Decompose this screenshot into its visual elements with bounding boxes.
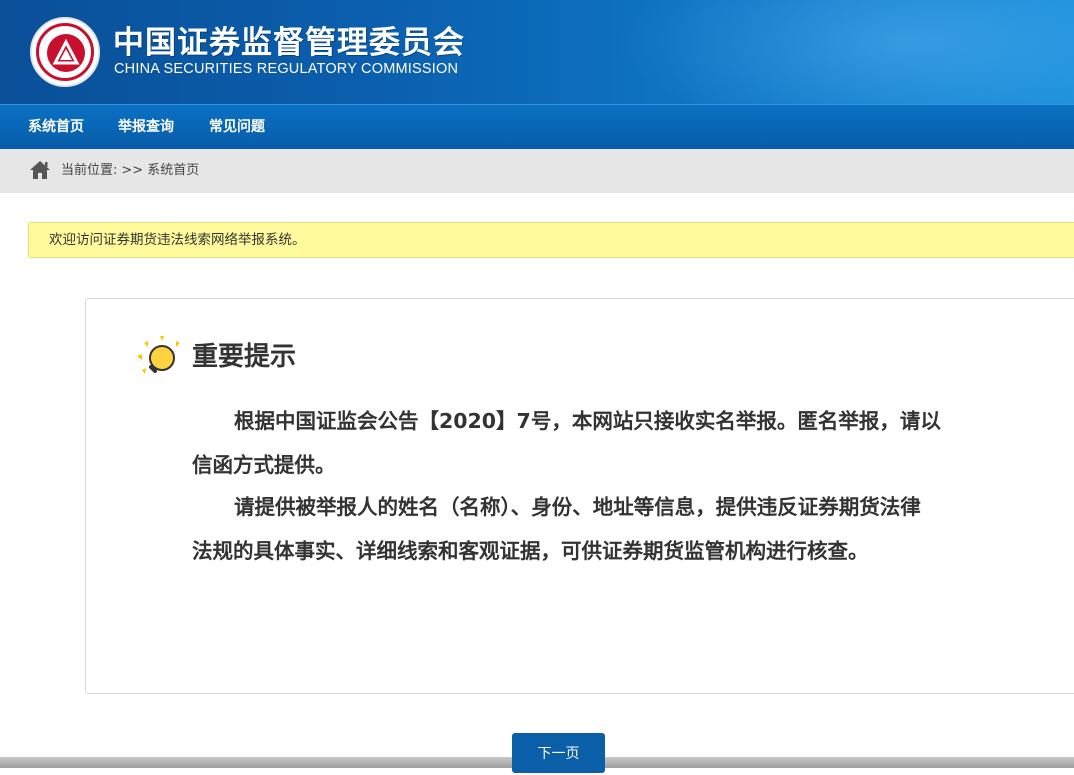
nav-item-home[interactable]: 系统首页 — [28, 105, 84, 149]
csrc-emblem-icon — [30, 17, 100, 87]
site-title-en: CHINA SECURITIES REGULATORY COMMISSION — [114, 61, 459, 77]
main-nav: 系统首页 举报查询 常见问题 — [0, 104, 1074, 149]
notice-paragraph: 根据中国证监会公告【2020】7号，本网站只接收实名举报。匿名举报，请以 信函方… — [192, 399, 1032, 487]
notice-paragraph: 请提供被举报人的姓名（名称）、身份、地址等信息，提供违反证券期货法律 法规的具体… — [192, 485, 1032, 573]
breadcrumb-current[interactable]: 系统首页 — [147, 163, 199, 178]
breadcrumb: 当前位置: >> 系统首页 — [0, 149, 1074, 193]
paragraph-line: 信函方式提供。 — [192, 453, 336, 477]
nav-item-faq[interactable]: 常见问题 — [209, 105, 265, 149]
paragraph-line: 法规的具体事实、详细线索和客观证据，可供证券期货监管机构进行核查。 — [192, 539, 869, 563]
lightbulb-icon — [137, 336, 180, 374]
welcome-notice: 欢迎访问证券期货违法线索网络举报系统。 — [28, 222, 1074, 258]
welcome-notice-text: 欢迎访问证券期货违法线索网络举报系统。 — [49, 232, 306, 248]
paragraph-line: 请提供被举报人的姓名（名称）、身份、地址等信息，提供违反证券期货法律 — [234, 495, 921, 519]
panel-title: 重要提示 — [192, 342, 297, 372]
important-notice-panel: 重要提示 根据中国证监会公告【2020】7号，本网站只接收实名举报。匿名举报，请… — [85, 298, 1074, 694]
home-icon — [30, 161, 50, 179]
site-title-cn: 中国证券监督管理委员会 — [113, 25, 465, 61]
site-header: 中国证券监督管理委员会 CHINA SECURITIES REGULATORY … — [0, 0, 1074, 104]
breadcrumb-label: 当前位置: — [61, 163, 118, 178]
nav-item-report-query[interactable]: 举报查询 — [118, 105, 174, 149]
breadcrumb-separator: >> — [121, 163, 144, 178]
next-page-button[interactable]: 下一页 — [512, 733, 605, 773]
breadcrumb-text: 当前位置: >> 系统首页 — [61, 149, 199, 193]
paragraph-line: 根据中国证监会公告【2020】7号，本网站只接收实名举报。匿名举报，请以 — [234, 409, 941, 433]
